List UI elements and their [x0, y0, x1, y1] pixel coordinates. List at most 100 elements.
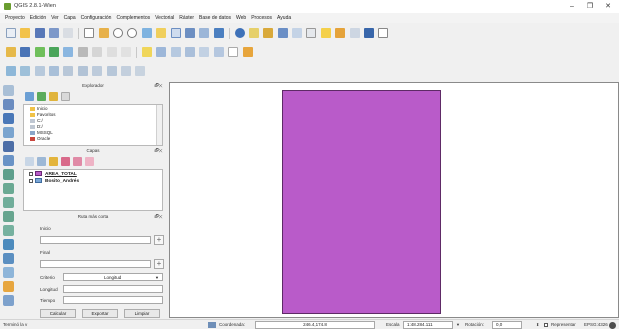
add-mssql-layer-icon[interactable]	[63, 66, 74, 76]
capture-start-point-button[interactable]: +	[154, 235, 164, 245]
layer-visibility-checkbox[interactable]	[29, 171, 33, 176]
save-as-icon[interactable]	[49, 28, 60, 38]
select-icon[interactable]	[248, 28, 259, 38]
browser-item-oracle[interactable]: Oracle	[30, 136, 50, 142]
add-vector-layer-icon[interactable]	[5, 66, 16, 76]
label-text-icon[interactable]	[228, 47, 239, 57]
browser-scrollbar[interactable]	[156, 105, 162, 145]
filter-legend-icon[interactable]	[49, 157, 58, 166]
end-point-field[interactable]	[40, 260, 151, 268]
pan-icon[interactable]	[84, 28, 95, 38]
layers-panel-float-close-button[interactable]: 🗗✕	[154, 148, 163, 154]
menu-edicion[interactable]: Edición	[30, 13, 46, 23]
copy-features-icon[interactable]	[106, 47, 117, 57]
add-wfs-layer-icon[interactable]	[121, 66, 132, 76]
add-spatialite-layer-icon[interactable]	[49, 66, 60, 76]
menu-ayuda[interactable]: Ayuda	[277, 13, 291, 23]
menu-procesos[interactable]: Procesos	[251, 13, 272, 23]
split-features-icon[interactable]	[3, 239, 14, 250]
add-polygon-icon[interactable]	[3, 127, 14, 138]
pan-to-selection-icon[interactable]	[98, 28, 109, 38]
zoom-last-icon[interactable]	[184, 28, 195, 38]
add-feature-icon[interactable]	[34, 47, 45, 57]
node-tool-icon[interactable]	[63, 47, 74, 57]
delete-selected-icon[interactable]	[77, 47, 88, 57]
add-point-icon[interactable]	[3, 99, 14, 110]
label-change-icon[interactable]	[213, 47, 224, 57]
clear-button[interactable]: Limpiar	[124, 309, 160, 318]
layer-visibility-checkbox[interactable]	[29, 178, 33, 183]
capture-end-point-button[interactable]: +	[154, 259, 164, 269]
help-icon[interactable]	[378, 28, 389, 38]
add-wms-layer-icon[interactable]	[92, 66, 103, 76]
zoom-out-icon[interactable]	[127, 28, 138, 38]
add-ring-icon[interactable]	[3, 141, 14, 152]
menu-base-de-datos[interactable]: Base de datos	[199, 13, 231, 23]
offset-curve-icon[interactable]	[3, 225, 14, 236]
menu-configuracion[interactable]: Configuración	[81, 13, 112, 23]
time-field[interactable]	[63, 296, 163, 304]
add-group-icon[interactable]	[37, 157, 46, 166]
simplify-icon[interactable]	[3, 281, 14, 292]
label-icon[interactable]	[141, 47, 152, 57]
collapse-all-icon[interactable]	[61, 92, 70, 101]
cut-features-icon[interactable]	[92, 47, 103, 57]
route-panel-float-close-button[interactable]: 🗗✕	[154, 214, 163, 220]
label-move-icon[interactable]	[184, 47, 195, 57]
add-raster-layer-icon[interactable]	[20, 66, 31, 76]
scale-dropdown-icon[interactable]: ▼	[456, 322, 460, 327]
add-delimited-text-icon[interactable]	[135, 66, 146, 76]
deselect-icon[interactable]	[263, 28, 274, 38]
bookmark-icon[interactable]	[335, 28, 346, 38]
filter-browser-icon[interactable]	[49, 92, 58, 101]
layer-item-bosito-andres[interactable]: Bosito_Andrés	[29, 178, 79, 185]
start-point-field[interactable]	[40, 236, 151, 244]
identify-icon[interactable]	[234, 28, 245, 38]
coordinate-toggle-icon[interactable]	[208, 322, 216, 328]
zoom-next-icon[interactable]	[199, 28, 210, 38]
annotation-icon[interactable]	[306, 28, 317, 38]
tips-icon[interactable]	[320, 28, 331, 38]
scale-combobox[interactable]: 1:48.284.111	[403, 321, 453, 329]
zoom-to-selection-icon[interactable]	[156, 28, 167, 38]
add-selected-layers-icon[interactable]	[25, 92, 34, 101]
add-line-icon[interactable]	[3, 113, 14, 124]
menu-complementos[interactable]: Complementos	[116, 13, 150, 23]
collapse-all-layers-icon[interactable]	[73, 157, 82, 166]
add-part-icon[interactable]	[3, 155, 14, 166]
delete-ring-icon[interactable]	[3, 183, 14, 194]
calculate-button[interactable]: Calcular	[40, 309, 76, 318]
crs-label[interactable]: EPSG:4326	[584, 322, 608, 327]
menu-raster[interactable]: Ráster	[179, 13, 194, 23]
label-rotate-icon[interactable]	[199, 47, 210, 57]
rotation-field[interactable]: 0,0	[492, 321, 522, 329]
map-canvas[interactable]	[169, 82, 619, 318]
menu-proyecto[interactable]: Proyecto	[5, 13, 25, 23]
table-icon[interactable]	[292, 28, 303, 38]
browser-panel-float-close-button[interactable]: 🗗✕	[154, 83, 163, 89]
length-field[interactable]	[63, 285, 163, 293]
export-button[interactable]: Exportar	[82, 309, 118, 318]
grass-icon[interactable]	[242, 47, 253, 57]
minimize-button[interactable]: –	[566, 2, 578, 11]
print-composer-icon[interactable]	[63, 28, 74, 38]
add-oracle-layer-icon[interactable]	[77, 66, 88, 76]
save-project-icon[interactable]	[34, 28, 45, 38]
add-wcs-layer-icon[interactable]	[106, 66, 117, 76]
menu-capa[interactable]: Capa	[64, 13, 76, 23]
layer-styling-icon[interactable]	[25, 157, 34, 166]
rotate-point-icon[interactable]	[3, 267, 14, 278]
add-postgis-layer-icon[interactable]	[34, 66, 45, 76]
coordinate-field[interactable]: 246.4,174.8	[255, 321, 375, 329]
maximize-button[interactable]: ❐	[584, 2, 596, 11]
new-project-icon[interactable]	[5, 28, 16, 38]
zoom-full-icon[interactable]	[141, 28, 152, 38]
zoom-in-icon[interactable]	[113, 28, 124, 38]
area-total-polygon[interactable]	[282, 90, 441, 314]
refresh-browser-icon[interactable]	[37, 92, 46, 101]
fill-ring-icon[interactable]	[3, 169, 14, 180]
text-annotation-icon[interactable]	[349, 28, 360, 38]
expand-all-icon[interactable]	[61, 157, 70, 166]
delete-part-icon[interactable]	[3, 197, 14, 208]
open-project-icon[interactable]	[20, 28, 31, 38]
